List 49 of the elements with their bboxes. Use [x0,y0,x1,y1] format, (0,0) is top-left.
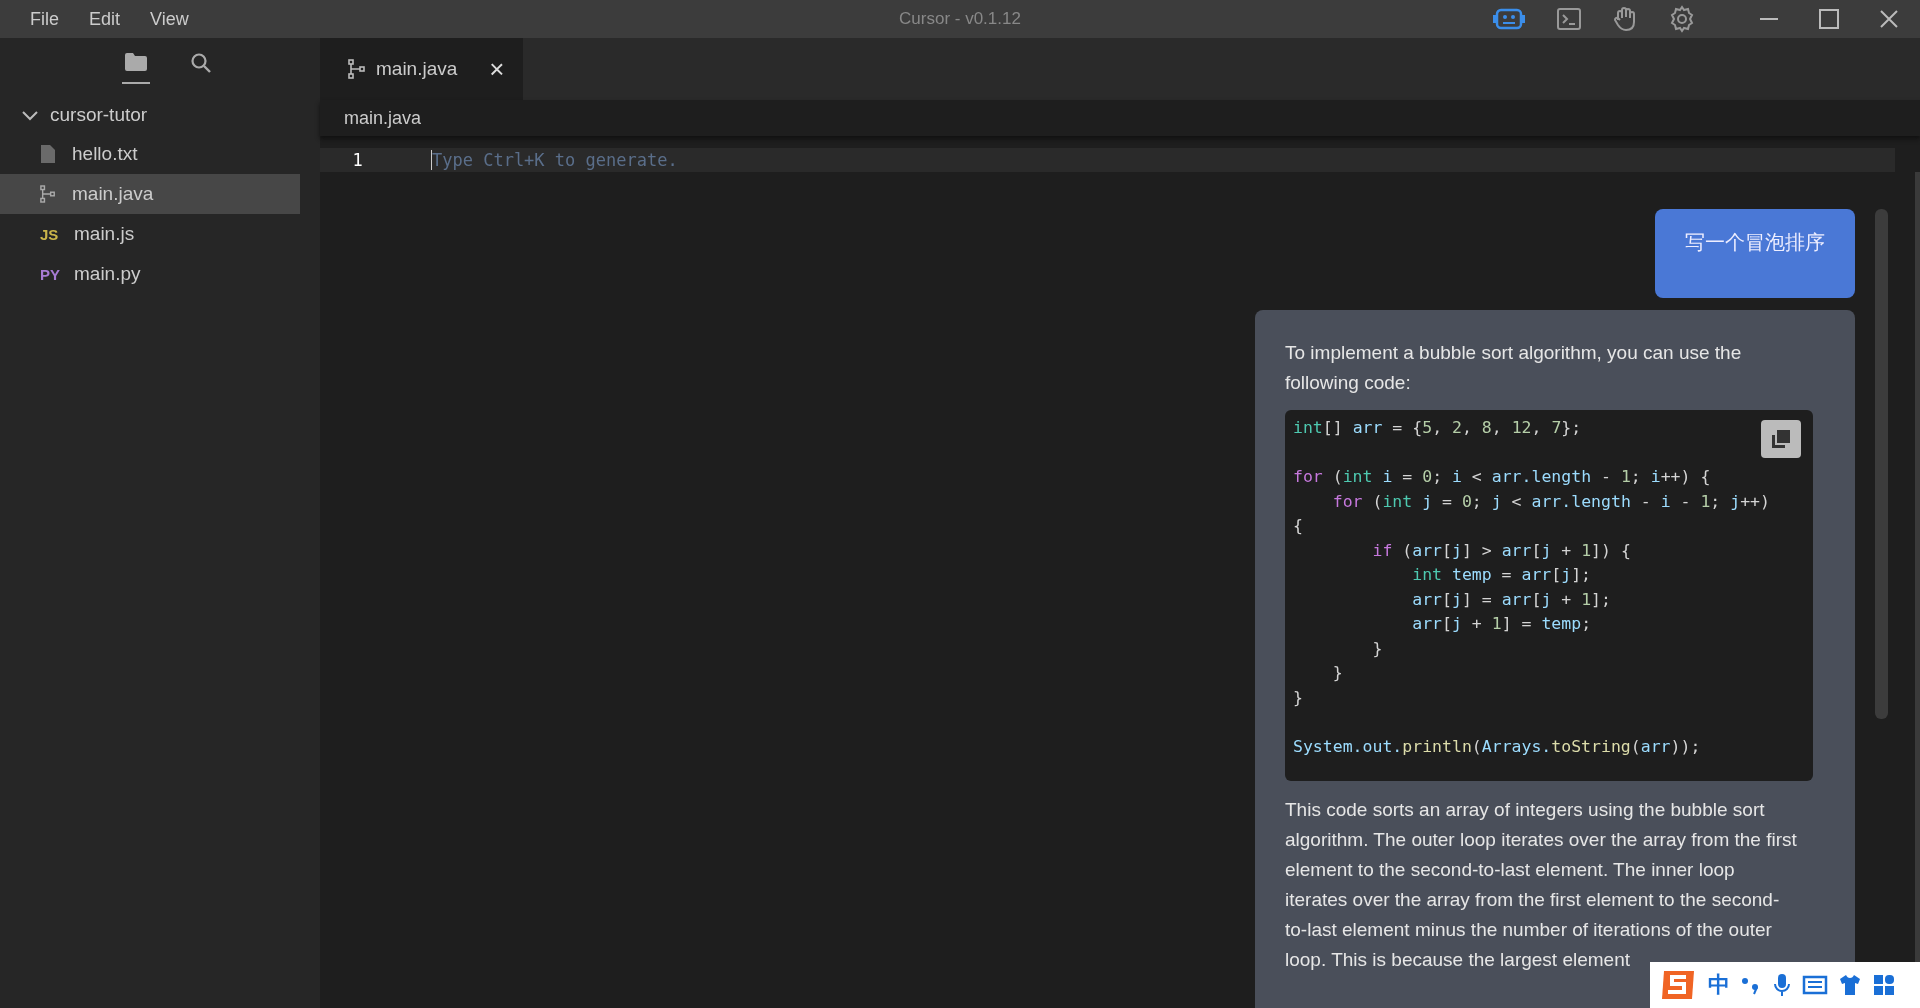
keyboard-icon[interactable] [1802,974,1828,996]
explorer-entry[interactable]: JS main.js [0,214,300,254]
code-line: System.out.println(Arrays.toString(arr)); [1293,735,1701,758]
explorer-entry[interactable]: PY main.py [0,254,300,294]
terminal-icon[interactable] [1556,7,1582,31]
code-line: } [1371,637,1383,660]
explorer-entry[interactable]: main.java [0,174,300,214]
code-line: int[] arr = {5, 2, 8, 12, 7}; [1293,417,1582,439]
file-icon [40,145,56,163]
close-icon[interactable] [1878,8,1900,30]
folder-icon[interactable] [121,52,150,84]
file-type-icon: PY [40,265,64,283]
code-input[interactable]: Type Ctrl+K to generate. [395,148,1895,172]
code-line: if (arr[j] > arr[j + 1]) { [1371,539,1631,562]
editor-tab[interactable]: main.java × [320,38,523,100]
code-line: for (int j = 0; j < arr.length - i - 1; j++) [1331,490,1770,513]
copy-icon [1771,429,1791,449]
robot-icon[interactable] [1492,6,1526,32]
menu-item[interactable]: Edit [89,8,121,30]
close-tab-button[interactable]: × [489,53,505,85]
file-type-icon: JS [40,225,64,243]
code-line: arr[j] = arr[j + 1]; [1411,588,1611,611]
answer-text: To implement a bubble sort algorithm, you can use the following code: [1285,341,1743,395]
maximize-icon[interactable] [1818,8,1840,30]
breadcrumb[interactable]: main.java [344,107,422,129]
scrollbar[interactable] [1875,209,1888,719]
menu-item[interactable]: View [150,8,189,30]
hand-icon[interactable] [1612,6,1638,32]
answer-text: This code sorts an array of integers using the bubble sort algorithm. The outer loop iterates over the array from the first element to the second-to-last element. The inner loop iterates over the array from the first element to the second-to-last element minus the number of iterations of the outer loop. This is because the largest element [1285,798,1798,972]
branch-icon [348,59,366,79]
code-line: { [1293,515,1303,537]
input-mode-toggle[interactable]: 中 [1708,970,1730,1000]
folder-item[interactable]: cursor-tutor [0,86,320,134]
menu-item[interactable]: File [30,8,59,30]
code-line: int temp = arr[j]; [1411,564,1592,586]
code-line: for (int i = 0; i < arr.length - 1; i++) { [1293,466,1711,488]
code-line: } [1293,686,1303,709]
microphone-icon[interactable] [1772,972,1792,998]
window-title: Cursor - v0.1.12 [899,9,1021,29]
shirt-icon[interactable] [1838,973,1862,997]
copy-button[interactable] [1761,420,1801,458]
user-message: 写一个冒泡排序 [1655,209,1855,298]
grid-icon[interactable] [1872,973,1896,997]
branch-icon [40,184,56,204]
code-line: } [1331,662,1343,684]
explorer-entry[interactable]: hello.txt [0,134,300,174]
code-line: arr[j + 1] = temp; [1411,613,1592,635]
settings-icon[interactable] [1668,5,1696,33]
line-number: 1 [320,148,395,172]
